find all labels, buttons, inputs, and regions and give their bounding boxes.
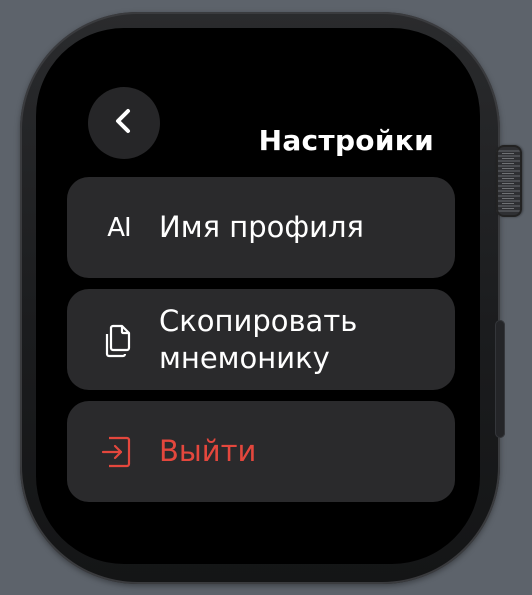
text-cursor-icon: AI xyxy=(107,212,131,243)
menu-item-label: Выйти xyxy=(159,434,257,468)
page-title: Настройки xyxy=(258,124,434,157)
copy-documents-icon xyxy=(99,320,139,360)
menu-item-profile-name[interactable]: AI Имя профиля xyxy=(67,177,455,278)
menu-item-copy-mnemonic[interactable]: Скопировать мнемонику xyxy=(67,289,455,390)
menu-item-label: Имя профиля xyxy=(159,210,364,244)
back-button[interactable] xyxy=(88,87,160,159)
side-button[interactable] xyxy=(495,320,505,438)
menu-item-logout[interactable]: Выйти xyxy=(67,401,455,502)
menu-item-label: Скопировать мнемонику xyxy=(159,303,358,375)
digital-crown[interactable] xyxy=(496,145,522,217)
logout-icon xyxy=(99,432,139,472)
chevron-left-icon xyxy=(111,108,137,138)
